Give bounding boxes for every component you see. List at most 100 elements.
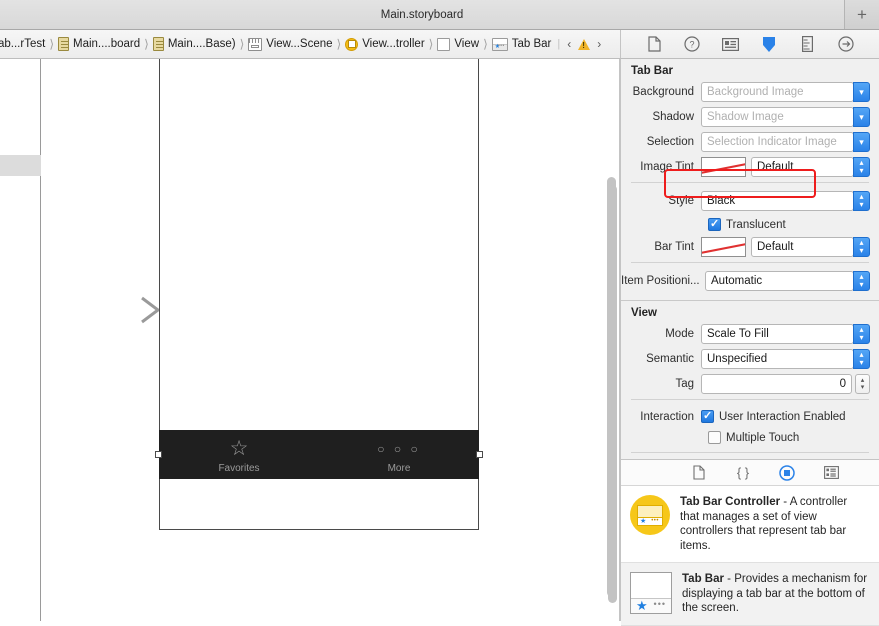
style-popup-button[interactable]: ▴ ▾ [853, 190, 870, 211]
library-item-title: Tab Bar Controller [680, 496, 781, 508]
xcode-window: Main.storyboard + ab...rTest ⟩ Main....b… [0, 0, 879, 626]
label-semantic: Semantic [646, 352, 694, 365]
breadcrumb-label: View [454, 38, 480, 50]
selection-handle-left[interactable] [155, 451, 162, 458]
library-selector-toolbar: { } [621, 460, 879, 486]
breadcrumb-item-storyboard[interactable]: Main....board [58, 37, 140, 51]
object-library-icon[interactable] [778, 464, 796, 481]
library-panel: { } ★ ••• Tab Bar Controller - A control… [620, 459, 879, 626]
storyboard-canvas[interactable]: ☆ Favorites ○ ○ ○ More [0, 59, 620, 621]
attributes-inspector-icon[interactable] [760, 35, 778, 53]
breadcrumb-label: Tab Bar [511, 38, 552, 50]
row-style: Style Black ▴ ▾ [621, 190, 879, 211]
no-color-slash-icon [702, 241, 745, 253]
breadcrumb-label: Main....Base) [167, 38, 236, 50]
quick-help-inspector-icon[interactable]: ? [683, 35, 701, 53]
mode-value[interactable]: Scale To Fill [701, 323, 854, 344]
section-title-tab-bar: Tab Bar [631, 65, 673, 77]
view-controller-frame[interactable]: ☆ Favorites ○ ○ ○ More [155, 59, 483, 530]
tab-item-label: Favorites [218, 463, 260, 474]
tab-bar-controller-icon: ★ ••• [630, 495, 670, 535]
label-image-tint: Image Tint [640, 160, 694, 173]
label-background: Background [632, 85, 694, 98]
tab-bar-controller-glyph: ★ ••• [637, 504, 663, 526]
breadcrumb-item-tab-bar[interactable]: ★ ••• Tab Bar [491, 37, 552, 51]
breadcrumb-separator: ⟩ [336, 37, 342, 51]
breadcrumb-label: Main....board [73, 38, 141, 50]
breadcrumb-separator: ⟩ [239, 37, 245, 51]
selection-indicator-popup-button[interactable]: ▾ [853, 131, 870, 152]
add-tab-button[interactable]: + [845, 0, 879, 29]
row-multiple-touch: Multiple Touch [621, 428, 879, 447]
breadcrumb-next-button[interactable]: › [597, 37, 601, 51]
tab-bar-icon: ★ ••• [491, 37, 508, 51]
translucent-checkbox[interactable] [708, 217, 721, 231]
bar-tint-value[interactable]: Default [751, 236, 854, 257]
canvas-left-strip [0, 59, 41, 621]
image-tint-stepper-button[interactable]: ▴ ▾ [853, 156, 870, 177]
selection-indicator-image-field[interactable]: Selection Indicator Image [701, 131, 854, 152]
inspector-vertical-scrollbar[interactable] [608, 185, 617, 603]
warning-icon[interactable] [578, 38, 591, 50]
star-icon: ☆ [229, 437, 249, 460]
code-snippet-library-icon[interactable]: { } [734, 464, 752, 481]
item-positioning-value[interactable]: Automatic [705, 270, 854, 291]
tag-field[interactable]: 0 [701, 373, 852, 394]
bar-tint-stepper-button[interactable]: ▴ ▾ [853, 236, 870, 257]
file-template-library-icon[interactable] [690, 464, 708, 481]
row-tag: Tag 0 ▴ ▾ [621, 373, 879, 394]
view-icon [437, 37, 451, 51]
user-interaction-enabled-checkbox[interactable] [701, 409, 714, 423]
image-tint-color-well[interactable] [701, 156, 746, 177]
file-inspector-icon[interactable] [645, 35, 663, 53]
size-inspector-icon[interactable] [798, 35, 816, 53]
style-value-field[interactable]: Black [701, 190, 854, 211]
row-shadow-image: Shadow Shadow Image ▾ [621, 106, 879, 127]
tab-item-favorites[interactable]: ☆ Favorites [199, 436, 279, 475]
row-semantic: Semantic Unspecified ▴ ▾ [621, 348, 879, 369]
media-library-icon[interactable] [822, 464, 840, 481]
label-shadow: Shadow [652, 110, 694, 123]
tag-stepper[interactable]: ▴ ▾ [855, 373, 870, 394]
shadow-image-field[interactable]: Shadow Image [701, 106, 854, 127]
semantic-value[interactable]: Unspecified [701, 348, 854, 369]
identity-inspector-icon[interactable] [722, 35, 740, 53]
breadcrumb-item-storyboard-base[interactable]: Main....Base) [152, 37, 236, 51]
breadcrumb-separator: ⟩ [483, 37, 488, 51]
storyboard-file-icon [152, 37, 164, 51]
image-tint-value[interactable]: Default [751, 156, 854, 177]
scene-icon [248, 37, 263, 51]
tab-bar-preview[interactable]: ☆ Favorites ○ ○ ○ More [155, 430, 483, 479]
label-item-positioning: Item Positioni... [621, 274, 700, 287]
mode-popup-button[interactable]: ▴ ▾ [853, 323, 870, 344]
breadcrumb-item-project[interactable]: ab...rTest [0, 38, 45, 50]
storyboard-entry-point-arrow [68, 296, 160, 324]
breadcrumb-separator: ⟩ [428, 37, 434, 51]
background-image-field[interactable]: Background Image [701, 81, 854, 102]
section-title-view: View [631, 307, 657, 319]
row-bar-tint: Bar Tint Default ▴ ▾ [621, 236, 879, 257]
selection-handle-right[interactable] [476, 451, 483, 458]
connections-inspector-icon[interactable] [837, 35, 855, 53]
row-mode: Mode Scale To Fill ▴ ▾ [621, 323, 879, 344]
library-item-tab-bar[interactable]: ★ ••• Tab Bar - Provides a mechanism for… [621, 563, 879, 626]
semantic-popup-button[interactable]: ▴ ▾ [853, 348, 870, 369]
library-item-tab-bar-controller[interactable]: ★ ••• Tab Bar Controller - A controller … [621, 486, 879, 563]
tab-item-more[interactable]: ○ ○ ○ More [359, 436, 439, 475]
breadcrumb-item-view-controller[interactable]: View...troller [345, 37, 425, 51]
row-item-positioning: Item Positioni... Automatic ▴ ▾ [621, 270, 879, 291]
background-image-popup-button[interactable]: ▾ [853, 81, 870, 102]
breadcrumb-item-view[interactable]: View [437, 37, 480, 51]
multiple-touch-checkbox[interactable] [708, 431, 721, 444]
divider [631, 262, 869, 263]
row-image-tint: Image Tint Default ▴ ▾ [621, 156, 879, 177]
item-positioning-popup-button[interactable]: ▴ ▾ [853, 270, 870, 291]
breadcrumb-previous-button[interactable]: ‹ [567, 37, 571, 51]
library-item-text: Tab Bar Controller - A controller that m… [680, 495, 869, 553]
star-icon: ★ [640, 517, 647, 525]
bar-tint-color-well[interactable] [701, 236, 746, 257]
shadow-image-popup-button[interactable]: ▾ [853, 106, 870, 127]
document-tab[interactable]: Main.storyboard [0, 0, 845, 29]
svg-text:?: ? [690, 40, 695, 50]
breadcrumb-item-scene[interactable]: View...Scene [248, 37, 333, 51]
